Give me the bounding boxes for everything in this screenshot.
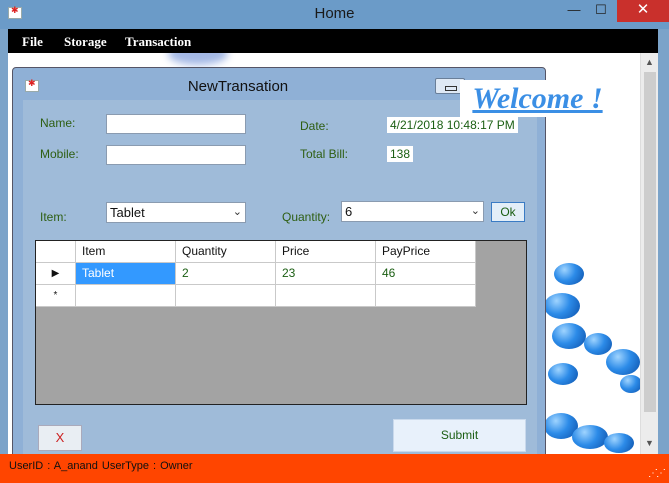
- table-cell[interactable]: 46: [376, 263, 476, 285]
- status-bar: UserID : A_anand UserType : Owner ⋰⋰: [0, 454, 669, 483]
- table-row[interactable]: ▶ Tablet 2 23 46: [36, 263, 476, 285]
- welcome-banner: Welcome !: [460, 80, 615, 117]
- total-bill-value: 138: [387, 146, 414, 162]
- quantity-select-value: 6: [345, 204, 353, 219]
- submit-button[interactable]: Submit: [393, 419, 526, 452]
- quantity-select[interactable]: 6 ⌄: [341, 201, 484, 222]
- mobile-field[interactable]: [106, 145, 246, 165]
- new-transaction-window: NewTransation Name: Mobile: Date: 4/21/2…: [12, 67, 546, 462]
- resize-grip-icon[interactable]: ⋰⋰: [648, 468, 666, 479]
- menu-bar: File Storage Transaction: [8, 29, 658, 53]
- quantity-label: Quantity:: [282, 210, 331, 224]
- grid-header: Item Quantity Price PayPrice: [36, 241, 476, 263]
- name-field[interactable]: [106, 114, 246, 134]
- ok-button[interactable]: Ok: [491, 202, 525, 222]
- row-indicator[interactable]: ▶: [36, 263, 76, 285]
- vertical-scrollbar[interactable]: ▲ ▼: [640, 53, 658, 454]
- pills-background-image: [544, 253, 654, 453]
- child-window-title: NewTransation: [187, 78, 289, 95]
- table-cell[interactable]: Tablet: [76, 263, 176, 285]
- table-cell[interactable]: [276, 285, 376, 307]
- table-row-new[interactable]: *: [36, 285, 476, 307]
- row-indicator[interactable]: *: [36, 285, 76, 307]
- menu-transaction[interactable]: Transaction: [125, 34, 191, 50]
- total-bill-label: Total Bill:: [300, 147, 349, 161]
- row-header-corner: [36, 241, 76, 263]
- column-header[interactable]: Price: [276, 241, 376, 263]
- item-select[interactable]: Tablet ⌄: [106, 202, 246, 223]
- dropdown-arrow-icon[interactable]: ⌄: [233, 203, 242, 222]
- maximize-button[interactable]: ☐: [590, 0, 612, 22]
- minimize-button[interactable]: —: [563, 0, 585, 22]
- form-body: Name: Mobile: Date: 4/21/2018 10:48:17 P…: [23, 100, 537, 461]
- table-cell[interactable]: [376, 285, 476, 307]
- cancel-button[interactable]: X: [38, 425, 82, 451]
- background-image-fragment: [168, 53, 228, 65]
- table-cell[interactable]: 2: [176, 263, 276, 285]
- table-cell[interactable]: [176, 285, 276, 307]
- column-header[interactable]: Item: [76, 241, 176, 263]
- date-label: Date:: [300, 119, 329, 133]
- column-header[interactable]: Quantity: [176, 241, 276, 263]
- items-grid[interactable]: Item Quantity Price PayPrice ▶ Tablet 2 …: [35, 240, 527, 405]
- scroll-down-icon[interactable]: ▼: [645, 438, 654, 448]
- title-bar: Home — ☐ ✕: [0, 0, 669, 29]
- close-button[interactable]: ✕: [617, 0, 669, 22]
- mobile-label: Mobile:: [40, 147, 79, 161]
- table-cell[interactable]: [76, 285, 176, 307]
- item-label: Item:: [40, 210, 67, 224]
- column-header[interactable]: PayPrice: [376, 241, 476, 263]
- item-select-value: Tablet: [110, 205, 145, 220]
- scroll-up-icon[interactable]: ▲: [645, 57, 654, 67]
- date-value: 4/21/2018 10:48:17 PM: [387, 117, 518, 133]
- status-text: UserID : A_anand UserType : Owner: [9, 460, 193, 472]
- dropdown-arrow-icon[interactable]: ⌄: [471, 202, 480, 221]
- menu-file[interactable]: File: [22, 34, 43, 50]
- scroll-thumb[interactable]: [644, 72, 656, 412]
- table-cell[interactable]: 23: [276, 263, 376, 285]
- name-label: Name:: [40, 116, 76, 130]
- menu-storage[interactable]: Storage: [64, 34, 107, 50]
